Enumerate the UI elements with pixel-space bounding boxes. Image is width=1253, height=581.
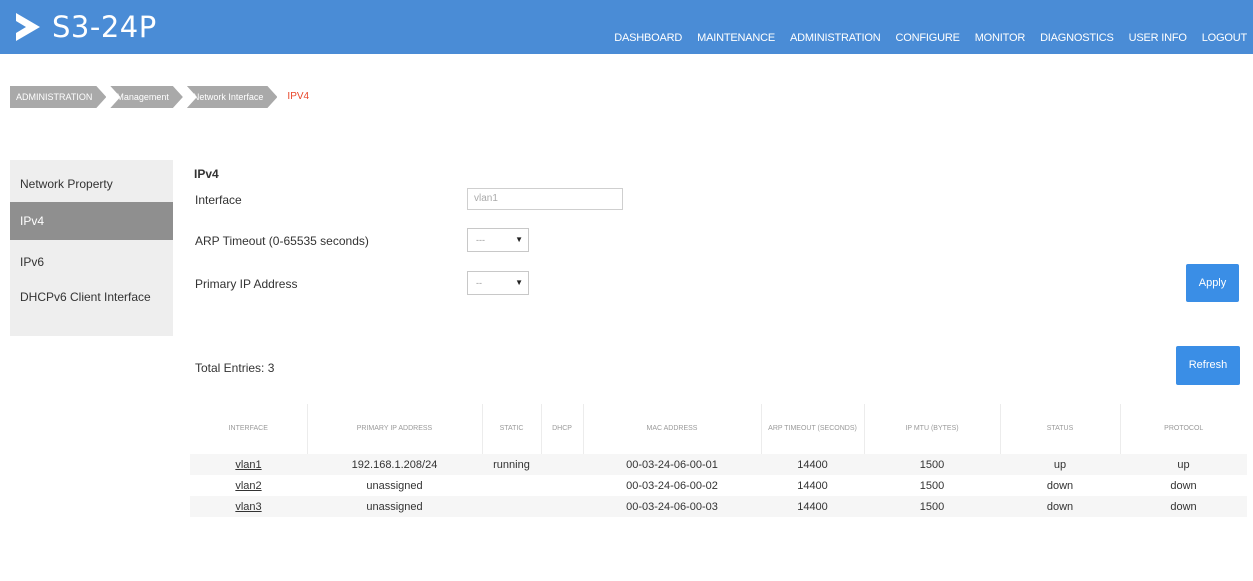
cell-static [482, 496, 541, 517]
col-protocol[interactable]: PROTOCOL [1119, 404, 1247, 454]
col-dhcp[interactable]: DHCP [540, 404, 583, 454]
sidebar: Network Property IPv4 IPv6 DHCPv6 Client… [10, 160, 173, 336]
cell-mtu: 1500 [864, 475, 1000, 496]
nav-diagnostics[interactable]: DIAGNOSTICS [1040, 32, 1114, 44]
breadcrumb-network-interface[interactable]: Network Interface [187, 86, 278, 108]
table-header-row: INTERFACE PRIMARY IP ADDRESS STATIC DHCP… [190, 404, 1247, 454]
cell-primary-ip: 192.168.1.208/24 [307, 454, 482, 475]
interface-link[interactable]: vlan2 [235, 480, 261, 492]
cell-status: down [1000, 475, 1120, 496]
apply-button[interactable]: Apply [1186, 264, 1239, 302]
nav-administration[interactable]: ADMINISTRATION [790, 32, 881, 44]
col-ip-mtu[interactable]: IP MTU (BYTES) [863, 404, 1000, 454]
nav-configure[interactable]: CONFIGURE [896, 32, 960, 44]
primary-ip-label: Primary IP Address [195, 277, 298, 291]
cell-protocol: up [1120, 454, 1247, 475]
total-entries: Total Entries: 3 [195, 361, 275, 375]
cell-status: down [1000, 496, 1120, 517]
interface-field[interactable]: vlan1 [467, 188, 623, 210]
cell-static [482, 475, 541, 496]
col-static[interactable]: STATIC [481, 404, 541, 454]
cell-protocol: down [1120, 496, 1247, 517]
table-row: vlan2 unassigned 00-03-24-06-00-02 14400… [190, 475, 1247, 496]
cell-mac: 00-03-24-06-00-01 [583, 454, 761, 475]
cell-dhcp [541, 475, 583, 496]
table-row: vlan3 unassigned 00-03-24-06-00-03 14400… [190, 496, 1247, 517]
breadcrumb-management[interactable]: Management [110, 86, 183, 108]
arp-timeout-value: --- [476, 235, 485, 245]
cell-mtu: 1500 [864, 454, 1000, 475]
arp-timeout-select[interactable]: --- ▼ [467, 228, 529, 252]
cell-arp-timeout: 14400 [761, 454, 864, 475]
main-nav: DASHBOARD MAINTENANCE ADMINISTRATION CON… [599, 32, 1247, 44]
nav-logout[interactable]: LOGOUT [1202, 32, 1247, 44]
cell-primary-ip: unassigned [307, 475, 482, 496]
device-name: S3-24P [52, 10, 157, 44]
primary-ip-value: -- [476, 278, 482, 288]
nav-maintenance[interactable]: MAINTENANCE [697, 32, 775, 44]
col-interface[interactable]: INTERFACE [190, 404, 307, 454]
nav-monitor[interactable]: MONITOR [975, 32, 1026, 44]
refresh-button[interactable]: Refresh [1176, 346, 1240, 385]
cell-dhcp [541, 496, 583, 517]
dropdown-arrow-icon: ▼ [515, 235, 523, 244]
cell-primary-ip: unassigned [307, 496, 482, 517]
cell-mac: 00-03-24-06-00-02 [583, 475, 761, 496]
section-title: IPv4 [194, 167, 219, 181]
table-row: vlan1 192.168.1.208/24 running 00-03-24-… [190, 454, 1247, 475]
cell-dhcp [541, 454, 583, 475]
cell-arp-timeout: 14400 [761, 496, 864, 517]
interface-table: INTERFACE PRIMARY IP ADDRESS STATIC DHCP… [190, 404, 1247, 517]
interface-link[interactable]: vlan3 [235, 501, 261, 513]
sidebar-item-ipv6[interactable]: IPv6 [10, 240, 173, 278]
col-arp-timeout[interactable]: ARP TIMEOUT (SECONDS) [760, 404, 864, 454]
primary-ip-select[interactable]: -- ▼ [467, 271, 529, 295]
sidebar-item-ipv4[interactable]: IPv4 [10, 202, 173, 240]
cell-arp-timeout: 14400 [761, 475, 864, 496]
nav-user-info[interactable]: USER INFO [1129, 32, 1187, 44]
logo[interactable]: S3-24P [14, 10, 157, 44]
col-primary-ip[interactable]: PRIMARY IP ADDRESS [306, 404, 482, 454]
cell-status: up [1000, 454, 1120, 475]
breadcrumb: ADMINISTRATION Management Network Interf… [10, 86, 327, 108]
cell-static: running [482, 454, 541, 475]
cell-mac: 00-03-24-06-00-03 [583, 496, 761, 517]
cell-protocol: down [1120, 475, 1247, 496]
interface-label: Interface [195, 193, 242, 207]
interface-link[interactable]: vlan1 [235, 459, 261, 471]
nav-dashboard[interactable]: DASHBOARD [614, 32, 682, 44]
breadcrumb-current: IPV4 [287, 91, 310, 102]
arp-timeout-label: ARP Timeout (0-65535 seconds) [195, 234, 369, 248]
breadcrumb-administration[interactable]: ADMINISTRATION [10, 86, 106, 108]
cell-mtu: 1500 [864, 496, 1000, 517]
top-header: S3-24P DASHBOARD MAINTENANCE ADMINISTRAT… [0, 0, 1253, 54]
col-mac-address[interactable]: MAC ADDRESS [582, 404, 761, 454]
sidebar-item-dhcpv6-client-interface[interactable]: DHCPv6 Client Interface [10, 278, 173, 306]
col-status[interactable]: STATUS [999, 404, 1120, 454]
dropdown-arrow-icon: ▼ [515, 278, 523, 287]
sidebar-item-network-property[interactable]: Network Property [10, 160, 173, 202]
logo-chevron-icon [16, 13, 40, 41]
